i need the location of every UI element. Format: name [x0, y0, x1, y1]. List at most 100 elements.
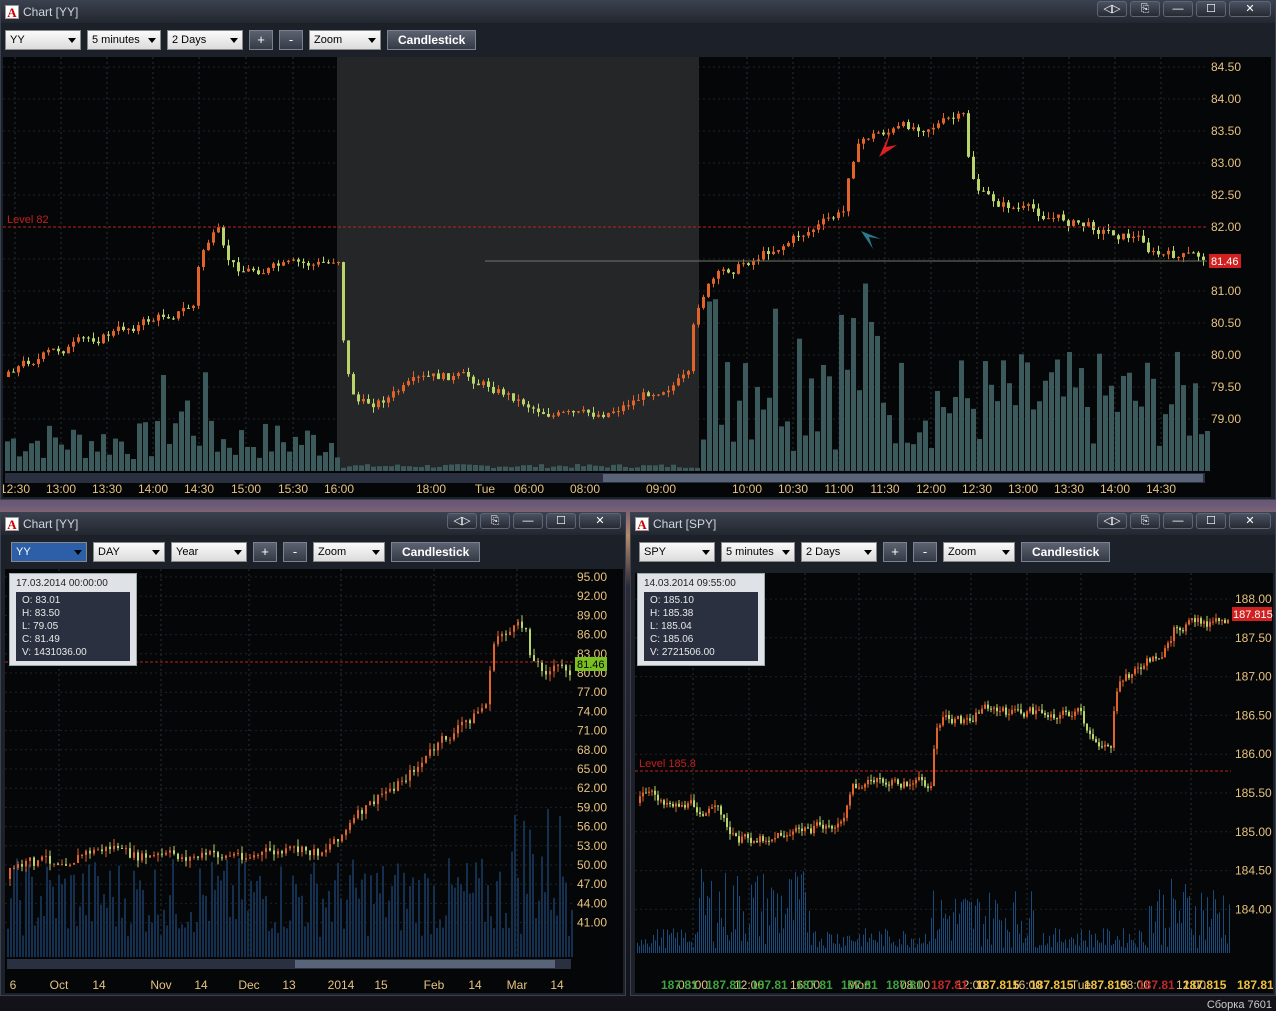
window-titlebar[interactable]: A Chart [SPY] ◁▷ ⎘ — ☐ ✕ — [631, 513, 1275, 535]
zoom-out-button[interactable]: - — [283, 542, 307, 562]
detach-icon[interactable]: ⎘ — [480, 513, 510, 529]
candle-body — [807, 827, 809, 829]
maximize-button[interactable]: ☐ — [546, 513, 576, 529]
chart-type-button[interactable]: Candlestick — [391, 542, 481, 562]
symbol-select[interactable]: YY — [11, 542, 87, 562]
candle-body — [723, 814, 725, 818]
volume-bar — [10, 898, 12, 957]
candle-body — [756, 841, 758, 843]
candle-body — [1134, 668, 1136, 675]
symbol-select[interactable]: YY — [5, 30, 81, 50]
candle-body — [425, 755, 427, 763]
detach-icon[interactable]: ⎘ — [1130, 513, 1160, 529]
interval-select[interactable]: 5 minutes — [87, 30, 161, 50]
volume-bar — [455, 464, 460, 471]
minimize-button[interactable]: — — [513, 513, 543, 529]
window-titlebar[interactable]: A Chart [YY] ◁▷ ⎘ — ☐ ✕ — [1, 1, 1275, 23]
volume-bar — [239, 430, 244, 471]
candle-body — [247, 268, 250, 272]
volume-bar — [445, 915, 447, 957]
volume-bar — [31, 876, 33, 957]
interval-select[interactable]: DAY — [93, 542, 165, 562]
zoom-out-button[interactable]: - — [279, 30, 303, 50]
volume-bar — [819, 941, 820, 953]
candle-body — [1071, 715, 1073, 717]
detach-icon[interactable]: ⎘ — [1130, 1, 1160, 17]
chart-type-button[interactable]: Candlestick — [387, 30, 477, 50]
candle-body — [277, 851, 279, 855]
volume-bar — [893, 941, 894, 953]
volume-bar — [334, 880, 336, 957]
candle-body — [1137, 235, 1140, 237]
volume-bar — [989, 892, 990, 953]
candle-body — [13, 867, 15, 869]
y-tick-label: 44.00 — [577, 896, 607, 910]
volume-bar — [283, 926, 285, 957]
candle-body — [1182, 630, 1184, 632]
volume-bar — [223, 870, 225, 957]
volume-bar — [663, 929, 664, 953]
candle-body — [877, 132, 880, 134]
maximize-button[interactable]: ☐ — [1196, 1, 1226, 17]
volume-bar — [88, 864, 90, 957]
candle-body — [105, 846, 107, 852]
candle-body — [827, 217, 830, 219]
minimize-button[interactable]: — — [1163, 1, 1193, 17]
zoom-select[interactable]: Zoom — [309, 30, 381, 50]
candle-body — [906, 781, 908, 786]
volume-bar — [418, 879, 420, 957]
candle-body — [771, 839, 773, 842]
link-icon[interactable]: ◁▷ — [447, 513, 477, 529]
interval-select[interactable]: 5 minutes — [721, 542, 795, 562]
period-select[interactable]: 2 Days — [801, 542, 877, 562]
info-values: O: 83.01 H: 83.50 L: 79.05 C: 81.49 V: 1… — [16, 592, 130, 661]
info-date: 14.03.2014 09:55:00 — [644, 578, 736, 589]
volume-bar — [490, 916, 492, 957]
period-select[interactable]: 2 Days — [167, 30, 243, 50]
volume-bar — [987, 939, 988, 953]
volume-bar — [1059, 929, 1060, 953]
volume-bar — [1013, 405, 1018, 471]
zoom-out-button[interactable]: - — [913, 542, 937, 562]
zoom-in-button[interactable]: + — [249, 30, 273, 50]
volume-bar — [1211, 918, 1212, 953]
candle-body — [645, 792, 647, 794]
candle-body — [939, 725, 941, 728]
volume-bar — [130, 923, 132, 957]
zoom-in-button[interactable]: + — [253, 542, 277, 562]
symbol-select[interactable]: SPY — [639, 542, 715, 562]
main-plot-area[interactable]: 84.5084.0083.5083.0082.5082.0081.5081.00… — [0, 57, 1271, 497]
link-icon[interactable]: ◁▷ — [1097, 1, 1127, 17]
volume-bar — [1103, 395, 1108, 471]
volume-bar — [469, 893, 471, 957]
volume-bar — [538, 900, 540, 957]
close-button[interactable]: ✕ — [1229, 513, 1271, 529]
zoom-select[interactable]: Zoom — [313, 542, 385, 562]
volume-bar — [1151, 905, 1152, 953]
volume-bar — [244, 861, 246, 957]
close-button[interactable]: ✕ — [1229, 1, 1271, 17]
candle-body — [702, 814, 704, 816]
close-button[interactable]: ✕ — [579, 513, 621, 529]
maximize-button[interactable]: ☐ — [1196, 513, 1226, 529]
volume-bar — [735, 929, 736, 953]
volume-bar — [1069, 939, 1070, 953]
candle-body — [233, 853, 235, 856]
chart-type-button[interactable]: Candlestick — [1021, 542, 1111, 562]
candle-body — [217, 852, 219, 858]
volume-bar — [999, 919, 1000, 953]
y-tick-label: 53.00 — [577, 839, 607, 853]
candle-body — [684, 804, 686, 808]
window-titlebar[interactable]: A Chart [YY] ◁▷ ⎘ — ☐ ✕ — [1, 513, 625, 535]
volume-bar — [729, 940, 730, 953]
volume-bar — [427, 878, 429, 957]
period-select[interactable]: Year — [171, 542, 247, 562]
minimize-button[interactable]: — — [1163, 513, 1193, 529]
link-icon[interactable]: ◁▷ — [1097, 513, 1127, 529]
zoom-in-button[interactable]: + — [883, 542, 907, 562]
zoom-select[interactable]: Zoom — [943, 542, 1015, 562]
bottom-price: 187.815 — [1237, 978, 1273, 992]
volume-bar — [148, 915, 150, 957]
volume-bar — [1033, 910, 1034, 953]
candle-body — [873, 780, 875, 783]
